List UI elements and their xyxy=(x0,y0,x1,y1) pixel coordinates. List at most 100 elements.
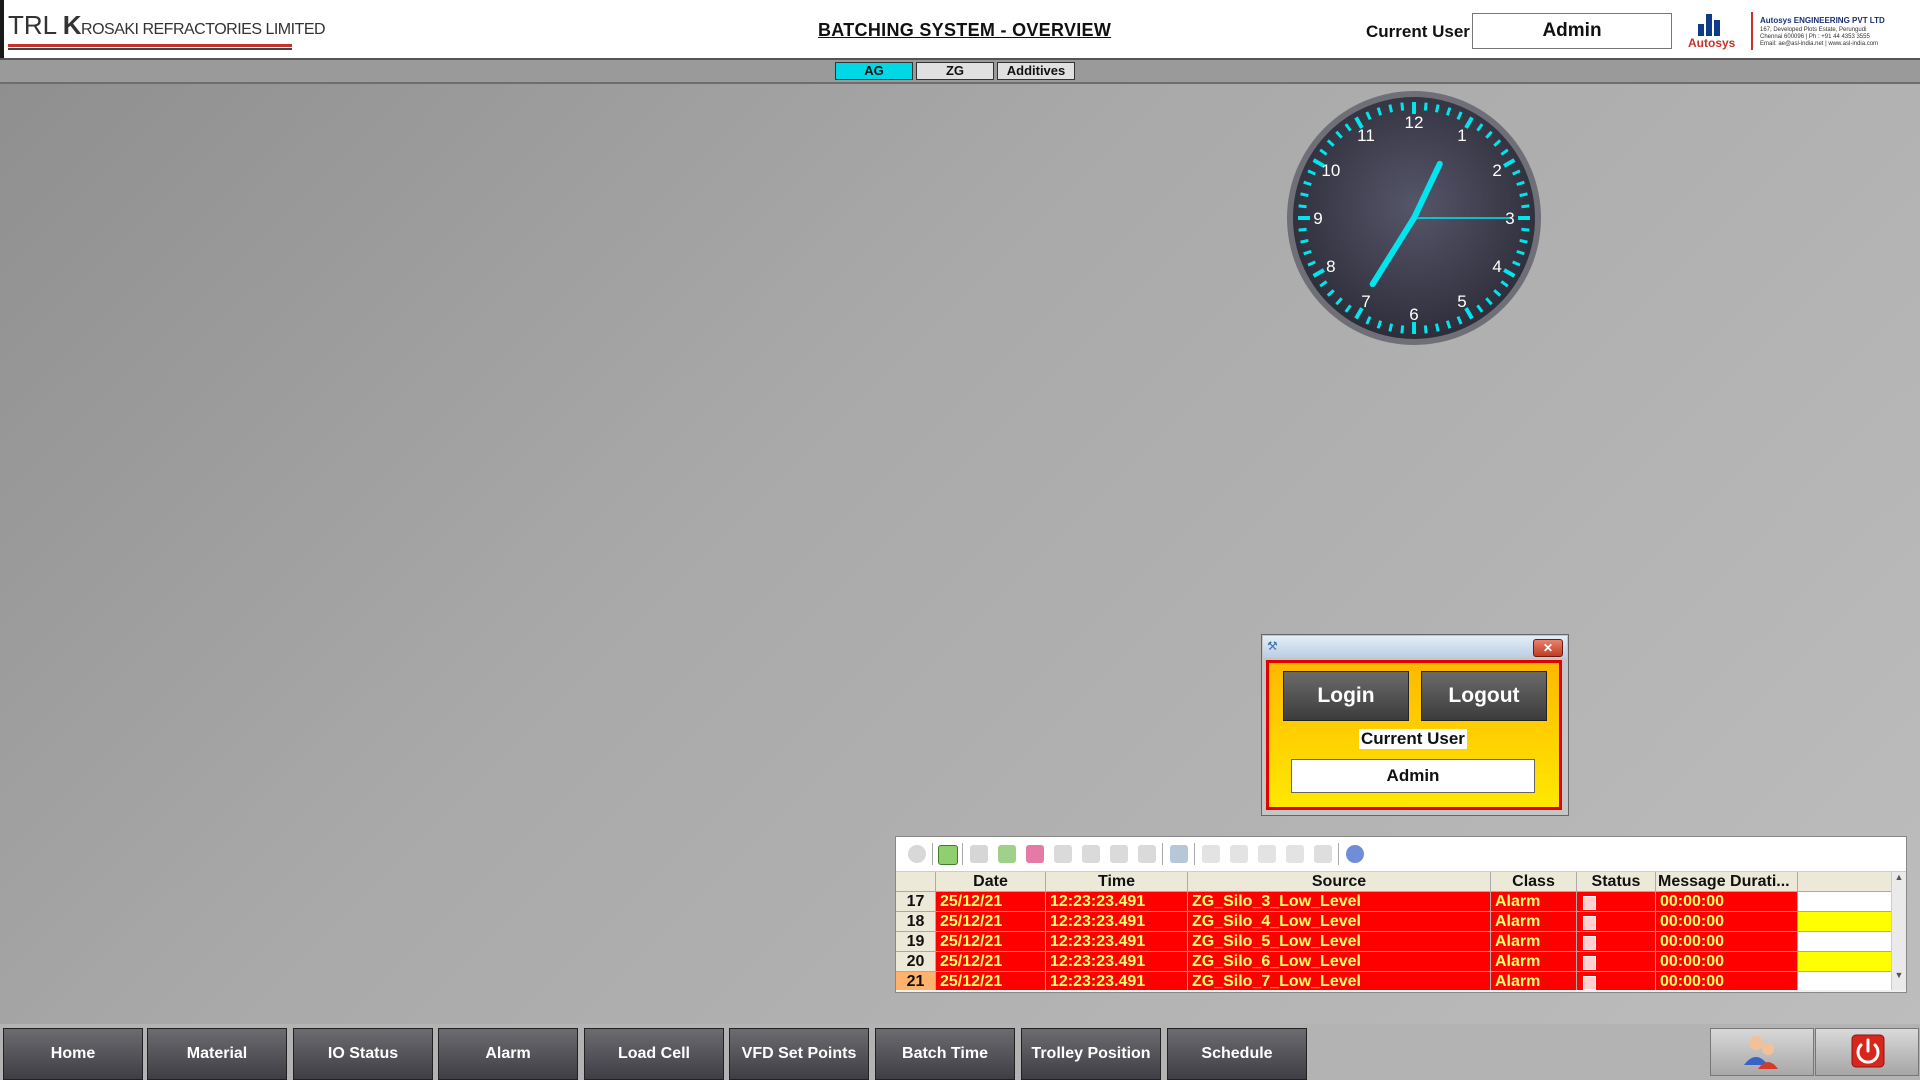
clock-number: 5 xyxy=(1457,292,1466,311)
close-icon[interactable]: ✕ xyxy=(1533,639,1563,657)
clock-tick xyxy=(1519,192,1528,198)
clock-tick xyxy=(1423,325,1428,334)
table-row[interactable]: 21 25/12/21 12:23:23.491 ZG_Silo_7_Low_L… xyxy=(896,972,1892,990)
current-user-field: Admin xyxy=(1472,13,1672,49)
previous-icon[interactable] xyxy=(1230,845,1248,863)
tab-bar: AG ZG Additives xyxy=(0,60,1920,84)
ack-cell xyxy=(1798,932,1892,952)
user-management-button[interactable] xyxy=(1710,1028,1814,1076)
popup-current-user-field: Admin xyxy=(1291,759,1535,793)
alarm-header-row: Date Time Source Class Status Message Du… xyxy=(896,872,1892,892)
tab-ag[interactable]: AG xyxy=(835,62,913,80)
first-icon[interactable] xyxy=(1202,845,1220,863)
table-row[interactable]: 17 25/12/21 12:23:23.491 ZG_Silo_3_Low_L… xyxy=(896,892,1892,912)
clock-tick xyxy=(1298,227,1307,232)
status-icon xyxy=(1577,952,1656,972)
clock-number: 10 xyxy=(1321,161,1340,180)
clock-number: 12 xyxy=(1405,113,1424,132)
autosys-logo: Autosys xyxy=(1688,10,1736,54)
nav-trolley-position-button[interactable]: Trolley Position xyxy=(1021,1028,1161,1080)
scroll-down-icon[interactable]: ▼ xyxy=(1892,970,1906,980)
autosys-name: Autosys xyxy=(1688,36,1736,50)
login-popup: ⚒ ✕ Login Logout Current User Admin xyxy=(1261,634,1569,816)
table-row[interactable]: 20 25/12/21 12:23:23.491 ZG_Silo_6_Low_L… xyxy=(896,952,1892,972)
col-time[interactable]: Time xyxy=(1046,872,1188,892)
tab-zg[interactable]: ZG xyxy=(916,62,994,80)
acknowledge-icon[interactable] xyxy=(970,845,988,863)
col-date[interactable]: Date xyxy=(936,872,1046,892)
logo-k: K xyxy=(62,10,82,40)
clock-tick xyxy=(1434,323,1440,332)
nav-alarm-button[interactable]: Alarm xyxy=(438,1028,578,1080)
table-row[interactable]: 18 25/12/21 12:23:23.491 ZG_Silo_4_Low_L… xyxy=(896,912,1892,932)
nav-load-cell-button[interactable]: Load Cell xyxy=(584,1028,724,1080)
clock-number: 9 xyxy=(1313,209,1322,228)
col-class[interactable]: Class xyxy=(1491,872,1577,892)
nav-vfd-set-points-button[interactable]: VFD Set Points xyxy=(729,1028,869,1080)
col-extra xyxy=(1798,872,1892,892)
clock-tick xyxy=(1519,238,1528,244)
popup-current-user-label: Current User xyxy=(1359,729,1467,749)
alarm-grid: Date Time Source Class Status Message Du… xyxy=(896,872,1892,990)
help-icon[interactable] xyxy=(908,845,926,863)
sort-top-icon[interactable] xyxy=(1082,845,1100,863)
user-management-icon xyxy=(1744,1036,1778,1069)
alarm-view: Date Time Source Class Status Message Du… xyxy=(895,836,1907,993)
clock-number: 6 xyxy=(1409,305,1418,324)
col-duration[interactable]: Message Durati... xyxy=(1656,872,1798,892)
page-title: BATCHING SYSTEM - OVERVIEW xyxy=(818,20,1112,40)
ack-cell xyxy=(1798,952,1892,972)
nav-io-status-button[interactable]: IO Status xyxy=(293,1028,433,1080)
table-row[interactable]: 19 25/12/21 12:23:23.491 ZG_Silo_5_Low_L… xyxy=(896,932,1892,952)
logout-button[interactable]: Logout xyxy=(1421,671,1547,721)
loop-in-alarm-icon[interactable] xyxy=(938,845,958,865)
nav-schedule-button[interactable]: Schedule xyxy=(1167,1028,1307,1080)
power-button[interactable] xyxy=(1815,1028,1919,1076)
analog-clock: 121234567891011 xyxy=(1287,91,1541,345)
clock-tick xyxy=(1388,323,1394,332)
status-icon xyxy=(1577,892,1656,912)
status-icon xyxy=(1577,972,1656,990)
bottom-nav: Home Material IO Status Alarm Load Cell … xyxy=(0,1024,1920,1080)
clock-tick xyxy=(1434,104,1440,113)
col-source[interactable]: Source xyxy=(1188,872,1491,892)
autosys-address: 167, Developed Plots Estate, Perungudi C… xyxy=(1760,27,1879,47)
clock-number: 4 xyxy=(1492,257,1501,276)
current-user-label: Current User xyxy=(1366,22,1470,41)
logo-underline-red xyxy=(8,44,292,47)
ack-cell xyxy=(1798,972,1892,990)
header-bar: TRL KROSAKI REFRACTORIES LIMITED BATCHIN… xyxy=(0,0,1920,60)
scroll-arrows-icon[interactable] xyxy=(1346,845,1364,863)
single-ack-icon[interactable] xyxy=(998,845,1016,863)
tab-additives[interactable]: Additives xyxy=(997,62,1075,80)
info-text-icon[interactable] xyxy=(1314,845,1332,863)
autosys-bars-icon xyxy=(1698,14,1722,36)
clock-tick xyxy=(1300,192,1309,198)
next-icon[interactable] xyxy=(1258,845,1276,863)
scroll-up-icon[interactable]: ▲ xyxy=(1892,872,1906,882)
copy-icon[interactable] xyxy=(1170,845,1188,863)
sort-bottom-icon[interactable] xyxy=(1110,845,1128,863)
clock-tick xyxy=(1521,227,1530,232)
login-button[interactable]: Login xyxy=(1283,671,1409,721)
header-strip xyxy=(0,0,4,58)
clock-number: 1 xyxy=(1457,126,1466,145)
last-icon[interactable] xyxy=(1286,845,1304,863)
ack-cell xyxy=(1798,912,1892,932)
nav-material-button[interactable]: Material xyxy=(147,1028,287,1080)
clock-number: 8 xyxy=(1326,257,1335,276)
ack-cell xyxy=(1798,892,1892,912)
autosys-divider xyxy=(1751,12,1753,50)
alarm-scrollbar[interactable]: ▲ ▼ xyxy=(1891,872,1906,990)
col-status[interactable]: Status xyxy=(1577,872,1656,892)
nav-home-button[interactable]: Home xyxy=(3,1028,143,1080)
nav-batch-time-button[interactable]: Batch Time xyxy=(875,1028,1015,1080)
clock-number: 11 xyxy=(1357,126,1375,145)
clock-tick xyxy=(1400,102,1405,111)
clock-tick xyxy=(1423,102,1428,111)
popup-titlebar[interactable]: ⚒ ✕ xyxy=(1263,636,1567,658)
sort-up-icon[interactable] xyxy=(1054,845,1072,863)
group-ack-icon[interactable] xyxy=(1026,845,1044,863)
power-icon xyxy=(1851,1034,1885,1068)
sort-down-icon[interactable] xyxy=(1138,845,1156,863)
